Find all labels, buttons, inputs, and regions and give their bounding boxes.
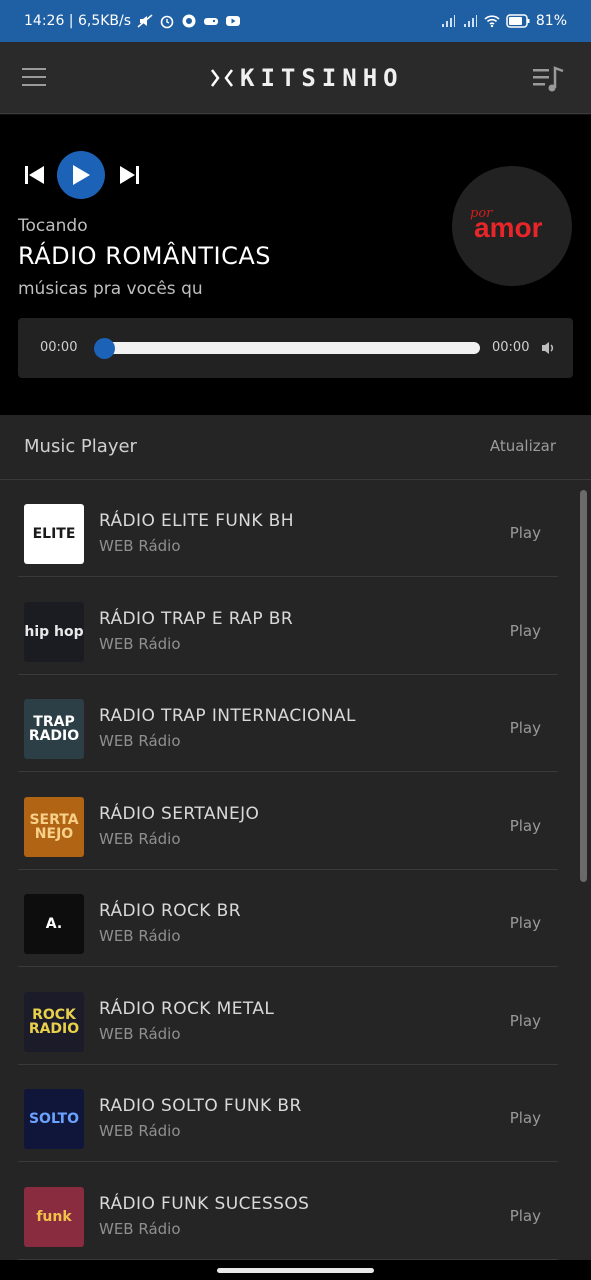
- playing-status-label: Tocando: [18, 216, 88, 236]
- station-play-button[interactable]: Play: [510, 719, 541, 737]
- seek-thumb[interactable]: [94, 338, 115, 359]
- station-thumbnail: SERTA NEJO: [24, 796, 84, 857]
- logo-mark-icon: [211, 69, 233, 87]
- list-header: Music Player Atualizar: [0, 415, 591, 480]
- menu-icon: [22, 68, 46, 70]
- refresh-button[interactable]: Atualizar: [490, 437, 556, 455]
- station-type: WEB Rádio: [99, 829, 181, 848]
- station-play-button[interactable]: Play: [510, 914, 541, 932]
- battery-level: 81%: [535, 13, 567, 29]
- next-icon[interactable]: [118, 165, 140, 185]
- station-play-button[interactable]: Play: [510, 622, 541, 640]
- wifi-icon: [484, 15, 500, 28]
- menu-icon-line: [22, 76, 46, 78]
- station-thumbnail: SOLTO: [24, 1089, 84, 1149]
- station-thumbnail: ROCK RADIO: [24, 991, 84, 1052]
- volume-icon[interactable]: [540, 340, 556, 356]
- playlist-icon[interactable]: [531, 64, 565, 94]
- station-cover-art: por amor: [452, 166, 572, 286]
- station-type: WEB Rádio: [99, 1122, 181, 1140]
- status-bar: 14:26 | 6,5KB/s 81%: [0, 0, 591, 42]
- station-thumbnail: TRAP RADIO: [24, 699, 84, 759]
- youtube-icon: [226, 16, 241, 26]
- seek-track[interactable]: [104, 342, 480, 354]
- battery-icon: [506, 14, 530, 28]
- app-bar: KITSINHO: [0, 42, 591, 114]
- previous-icon[interactable]: [24, 165, 46, 185]
- menu-button[interactable]: [22, 68, 46, 88]
- station-name: RÁDIO SERTANEJO: [99, 803, 260, 824]
- station-list-item[interactable]: TRAP RADIO RADIO TRAP INTERNACIONAL WEB Rá…: [18, 675, 558, 772]
- station-thumbnail: funk: [24, 1186, 84, 1247]
- cover-text: amor: [474, 212, 543, 243]
- station-play-button[interactable]: Play: [510, 1012, 541, 1030]
- logo-text: KITSINHO: [240, 64, 404, 92]
- current-time: 00:00: [40, 340, 78, 355]
- now-playing-title: RÁDIO ROMÂNTICAS: [18, 242, 271, 270]
- menu-icon-line: [22, 84, 46, 86]
- whatsapp-icon: [182, 14, 196, 28]
- station-list-item[interactable]: SERTA NEJO RÁDIO SERTANEJO WEB Rádio Play: [18, 773, 558, 870]
- play-button[interactable]: [57, 151, 105, 199]
- station-play-button[interactable]: Play: [510, 524, 541, 542]
- station-type: WEB Rádio: [99, 537, 181, 555]
- station-play-button[interactable]: Play: [510, 1207, 541, 1225]
- home-gesture-handle[interactable]: [217, 1268, 374, 1273]
- mute-icon: [137, 14, 153, 28]
- station-play-button[interactable]: Play: [510, 1109, 541, 1127]
- station-name: RÁDIO FUNK SUCESSOS: [99, 1193, 310, 1214]
- station-type: WEB Rádio: [99, 732, 181, 750]
- station-list-item[interactable]: hip hop RÁDIO TRAP E RAP BR WEB Rádio Play: [18, 578, 558, 675]
- game-icon: [204, 18, 219, 25]
- station-list-item[interactable]: A. RÁDIO ROCK BR WEB Rádio Play: [18, 870, 558, 967]
- station-thumbnail: hip hop: [24, 601, 84, 662]
- station-type: WEB Rádio: [99, 634, 181, 653]
- station-list-item[interactable]: ELITE RÁDIO ELITE FUNK BH WEB Rádio Play: [18, 480, 558, 577]
- station-name: RÁDIO ROCK METAL: [99, 998, 275, 1019]
- station-name: RADIO TRAP INTERNACIONAL: [99, 706, 356, 726]
- app-logo: KITSINHO: [210, 62, 404, 94]
- now-playing-description: músicas pra vocês qu: [18, 279, 203, 299]
- station-play-button[interactable]: Play: [510, 817, 541, 835]
- station-list-item[interactable]: funk RÁDIO FUNK SUCESSOS WEB Rádio Play: [18, 1163, 558, 1260]
- now-playing-panel: Tocando RÁDIO ROMÂNTICAS músicas pra voc…: [0, 115, 591, 415]
- station-name: RÁDIO ELITE FUNK BH: [99, 511, 294, 531]
- station-thumbnail: A.: [24, 894, 84, 954]
- system-nav-bar: [0, 1260, 591, 1280]
- station-type: WEB Rádio: [99, 927, 181, 945]
- total-time: 00:00: [492, 340, 530, 355]
- play-icon: [73, 165, 90, 185]
- signal-icon: [441, 15, 455, 27]
- station-name: RADIO SOLTO FUNK BR: [99, 1096, 302, 1116]
- list-title: Music Player: [24, 436, 137, 457]
- station-type: WEB Rádio: [99, 1219, 181, 1238]
- status-time: 14:26 | 6,5KB/s: [24, 13, 132, 29]
- station-name: RÁDIO ROCK BR: [99, 901, 241, 921]
- alarm-icon: [160, 15, 174, 29]
- progress-bar-container: 00:00 00:00: [18, 318, 573, 378]
- signal-icon-2: [463, 15, 477, 27]
- station-list-item[interactable]: SOLTO RADIO SOLTO FUNK BR WEB Rádio Play: [18, 1065, 558, 1162]
- station-type: WEB Rádio: [99, 1024, 181, 1043]
- station-thumbnail: ELITE: [24, 504, 84, 564]
- station-list-item[interactable]: ROCK RADIO RÁDIO ROCK METAL WEB Rádio Play: [18, 968, 558, 1065]
- station-name: RÁDIO TRAP E RAP BR: [99, 608, 294, 629]
- list-scrollbar[interactable]: [580, 490, 587, 882]
